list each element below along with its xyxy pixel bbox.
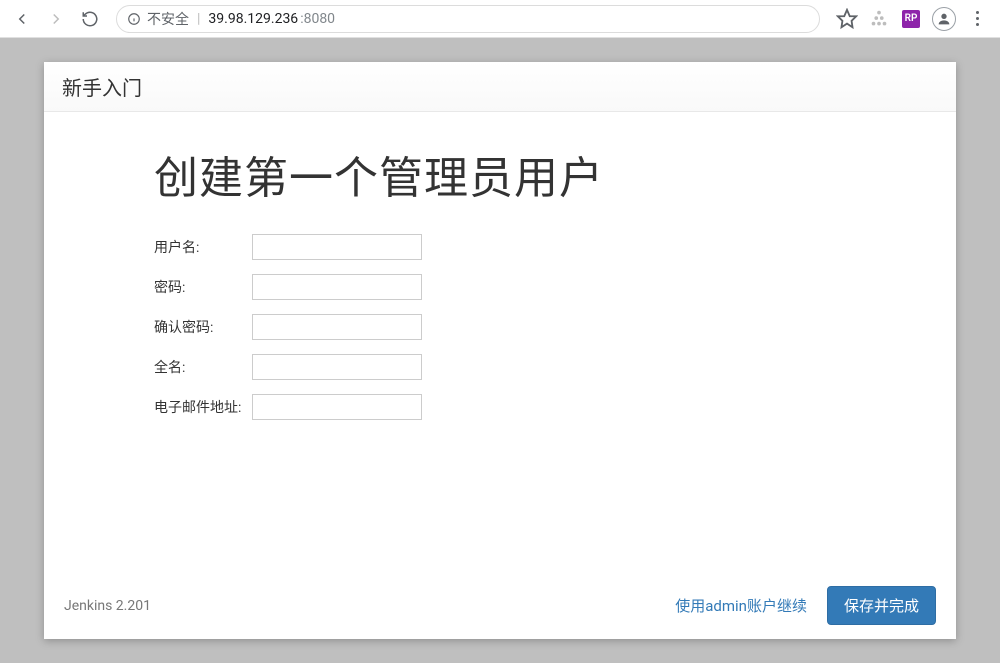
- address-bar[interactable]: 不安全 | 39.98.129.236 :8080: [116, 5, 820, 33]
- username-label: 用户名:: [154, 237, 252, 257]
- menu-kebab-icon[interactable]: [966, 8, 988, 30]
- password-label: 密码:: [154, 277, 252, 297]
- url-port: :8080: [300, 11, 335, 27]
- confirm-password-input[interactable]: [252, 314, 422, 340]
- security-label: 不安全: [147, 9, 189, 29]
- page-viewport: 新手入门 创建第一个管理员用户 用户名: 密码: 确认密码: 全名: 电子邮: [0, 38, 1000, 663]
- version-label: Jenkins 2.201: [64, 598, 151, 614]
- profile-avatar-icon[interactable]: [932, 7, 956, 31]
- reload-button[interactable]: [76, 5, 104, 33]
- fullname-label: 全名:: [154, 357, 252, 377]
- admin-user-form: 用户名: 密码: 确认密码: 全名: 电子邮件地址:: [44, 206, 956, 434]
- forward-button[interactable]: [42, 5, 70, 33]
- site-info-icon[interactable]: [127, 12, 141, 26]
- extension-icon[interactable]: [868, 8, 890, 30]
- save-and-finish-button[interactable]: 保存并完成: [827, 586, 936, 625]
- email-label: 电子邮件地址:: [154, 397, 252, 417]
- browser-toolbar: 不安全 | 39.98.129.236 :8080 RP: [0, 0, 1000, 38]
- separator: |: [197, 11, 200, 27]
- password-input[interactable]: [252, 274, 422, 300]
- fullname-input[interactable]: [252, 354, 422, 380]
- username-input[interactable]: [252, 234, 422, 260]
- email-input[interactable]: [252, 394, 422, 420]
- url-host: 39.98.129.236: [208, 11, 298, 27]
- continue-as-admin-link[interactable]: 使用admin账户继续: [675, 595, 807, 616]
- wizard-breadcrumb: 新手入门: [44, 62, 956, 112]
- back-button[interactable]: [8, 5, 36, 33]
- setup-wizard-card: 新手入门 创建第一个管理员用户 用户名: 密码: 确认密码: 全名: 电子邮: [44, 62, 956, 639]
- bookmark-star-icon[interactable]: [836, 8, 858, 30]
- page-title: 创建第一个管理员用户: [154, 142, 846, 206]
- axure-extension-icon[interactable]: RP: [900, 8, 922, 30]
- confirm-password-label: 确认密码:: [154, 317, 252, 337]
